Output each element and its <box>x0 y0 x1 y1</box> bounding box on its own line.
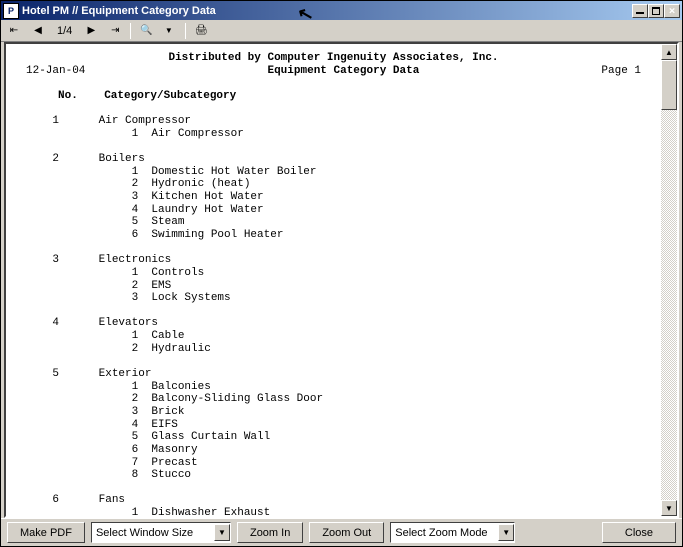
category-row: 2 Boilers <box>26 153 641 166</box>
subcategory-row: 5 Glass Curtain Wall <box>26 431 641 444</box>
subcategory-row: 4 Laundry Hot Water <box>26 204 641 217</box>
document-area: Distributed by Computer Ingenuity Associ… <box>4 42 679 518</box>
report-page: Distributed by Computer Ingenuity Associ… <box>6 44 661 516</box>
zoom-mode-value: Select Zoom Mode <box>395 527 498 539</box>
category-row: 6 Fans <box>26 494 641 507</box>
print-button[interactable]: 🖨 <box>192 22 210 40</box>
app-window: P Hotel PM // Equipment Category Data ↖ … <box>0 0 683 547</box>
report-date: 12-Jan-04 <box>26 65 85 78</box>
subcategory-row: 1 Domestic Hot Water Boiler <box>26 166 641 179</box>
zoom-button[interactable]: 🔍 <box>137 22 155 40</box>
category-row: 3 Electronics <box>26 254 641 267</box>
subcategory-row: 1 Controls <box>26 267 641 280</box>
scroll-up-button[interactable]: ▲ <box>661 44 677 60</box>
vertical-scrollbar[interactable]: ▲ ▼ <box>661 44 677 516</box>
close-button[interactable]: Close <box>602 522 676 543</box>
scroll-thumb[interactable] <box>661 60 677 110</box>
scroll-down-button[interactable]: ▼ <box>661 500 677 516</box>
report-title: Equipment Category Data <box>85 65 601 78</box>
subcategory-row: 5 Steam <box>26 216 641 229</box>
toolbar-separator <box>130 23 131 39</box>
window-size-value: Select Window Size <box>96 527 214 539</box>
column-headers: No. Category/Subcategory <box>26 90 641 103</box>
next-page-button[interactable]: ▶ <box>82 22 100 40</box>
subcategory-row: 1 Balconies <box>26 381 641 394</box>
zoom-in-button[interactable]: Zoom In <box>237 522 303 543</box>
subcategory-row: 3 Lock Systems <box>26 292 641 305</box>
bottom-bar: Make PDF Select Window Size ▼ Zoom In Zo… <box>1 518 682 546</box>
maximize-button[interactable] <box>648 4 664 18</box>
window-controls: × <box>632 4 680 18</box>
subcategory-row: 1 Dishwasher Exhaust <box>26 507 641 516</box>
zoom-mode-select[interactable]: Select Zoom Mode ▼ <box>390 522 515 543</box>
subcategory-row: 3 Brick <box>26 406 641 419</box>
report-page: Page 1 <box>601 65 641 78</box>
app-icon: P <box>3 3 19 19</box>
window-size-select[interactable]: Select Window Size ▼ <box>91 522 231 543</box>
subcategory-row: 6 Swimming Pool Heater <box>26 229 641 242</box>
subcategory-row: 7 Precast <box>26 457 641 470</box>
subcategory-row: 6 Masonry <box>26 444 641 457</box>
titlebar: P Hotel PM // Equipment Category Data ↖ … <box>1 1 682 20</box>
first-page-button[interactable]: ⇤ <box>5 22 23 40</box>
window-title: Hotel PM // Equipment Category Data <box>22 5 632 17</box>
toolbar-separator <box>185 23 186 39</box>
subcategory-row: 2 Hydraulic <box>26 343 641 356</box>
zoom-dropdown-button[interactable]: ▼ <box>161 22 179 40</box>
toolbar: ⇤ ◀ 1/4 ▶ ⇥ 🔍 ▼ 🖨 <box>1 20 682 42</box>
window-close-button[interactable]: × <box>664 4 680 18</box>
zoom-mode-dropdown-icon[interactable]: ▼ <box>498 524 514 541</box>
subcategory-row: 2 EMS <box>26 280 641 293</box>
subcategory-row: 8 Stucco <box>26 469 641 482</box>
subcategory-row: 4 EIFS <box>26 419 641 432</box>
category-row: 1 Air Compressor <box>26 115 641 128</box>
make-pdf-button[interactable]: Make PDF <box>7 522 85 543</box>
prev-page-button[interactable]: ◀ <box>29 22 47 40</box>
subcategory-row: 1 Cable <box>26 330 641 343</box>
subcategory-row: 3 Kitchen Hot Water <box>26 191 641 204</box>
scroll-track[interactable] <box>661 60 677 500</box>
category-row: 5 Exterior <box>26 368 641 381</box>
window-size-dropdown-icon[interactable]: ▼ <box>214 524 230 541</box>
category-row: 4 Elevators <box>26 317 641 330</box>
subcategory-row: 1 Air Compressor <box>26 128 641 141</box>
minimize-button[interactable] <box>632 4 648 18</box>
zoom-out-button[interactable]: Zoom Out <box>309 522 384 543</box>
subcategory-row: 2 Balcony-Sliding Glass Door <box>26 393 641 406</box>
report-distributor: Distributed by Computer Ingenuity Associ… <box>26 52 641 65</box>
last-page-button[interactable]: ⇥ <box>106 22 124 40</box>
page-counter: 1/4 <box>53 25 76 37</box>
subcategory-row: 2 Hydronic (heat) <box>26 178 641 191</box>
